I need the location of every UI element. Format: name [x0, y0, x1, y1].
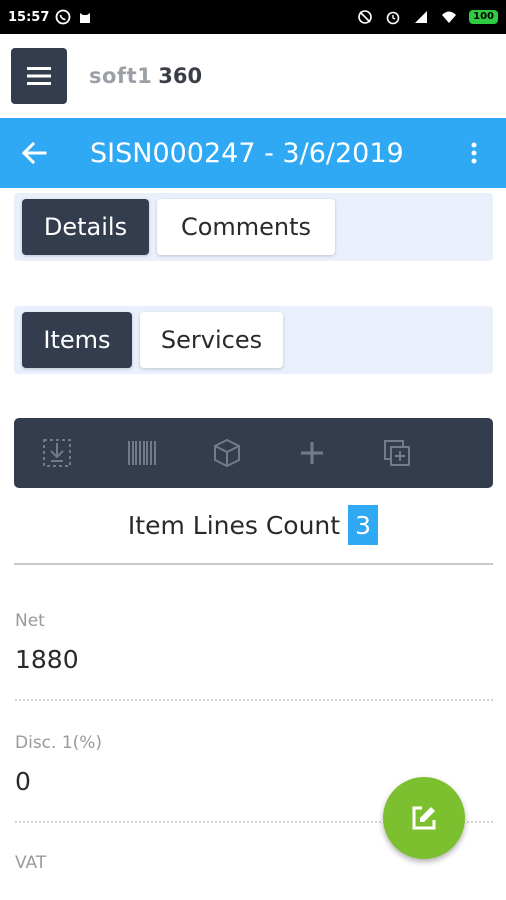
field-net: Net 1880 — [15, 611, 493, 674]
duplicate-button[interactable] — [354, 418, 439, 488]
edit-icon — [412, 806, 436, 830]
dnd-icon — [357, 9, 373, 25]
barcode-icon — [127, 441, 156, 465]
tab-details[interactable]: Details — [22, 199, 149, 255]
field-value: 1880 — [15, 645, 79, 674]
import-icon — [42, 439, 71, 467]
divider — [14, 563, 493, 565]
logo-suffix: 360 — [158, 64, 203, 88]
app-header: soft1 360 — [0, 34, 506, 118]
package-icon — [213, 438, 240, 468]
field-label: Disc. 1(%) — [15, 733, 103, 753]
field-label: Net — [15, 611, 45, 631]
duplicate-icon — [383, 440, 410, 466]
more-vertical-icon — [471, 142, 477, 164]
cat-icon — [77, 9, 93, 25]
app-logo: soft1 360 — [89, 64, 202, 88]
more-options-button[interactable] — [454, 118, 494, 188]
add-icon — [300, 442, 323, 464]
screen: 15:57 100 soft1 360 SISN000247 - 3/6/201… — [0, 0, 506, 900]
sub-tabs: Items Services — [14, 306, 493, 374]
status-right: 100 — [357, 9, 498, 25]
hamburger-icon — [27, 67, 51, 85]
import-button[interactable] — [14, 418, 99, 488]
page-title: SISN000247 - 3/6/2019 — [90, 137, 404, 169]
logo-prefix: soft1 — [89, 64, 153, 88]
barcode-button[interactable] — [99, 418, 184, 488]
tab-items[interactable]: Items — [22, 312, 132, 368]
field-divider — [15, 699, 493, 701]
signal-icon — [413, 9, 429, 25]
tab-comments[interactable]: Comments — [157, 199, 335, 255]
back-button[interactable] — [4, 118, 64, 188]
add-item-button[interactable] — [269, 418, 354, 488]
items-toolbar — [14, 418, 493, 488]
viber-icon — [55, 9, 71, 25]
edit-fab-button[interactable] — [383, 777, 465, 859]
battery-indicator: 100 — [469, 10, 498, 24]
package-button[interactable] — [184, 418, 269, 488]
menu-button[interactable] — [11, 48, 67, 104]
item-lines-count: Item Lines Count 3 — [0, 505, 506, 545]
main-tabs: Details Comments — [14, 193, 493, 261]
tab-services[interactable]: Services — [140, 312, 283, 368]
status-time: 15:57 — [8, 9, 50, 25]
status-bar: 15:57 100 — [0, 0, 506, 34]
wifi-icon — [441, 9, 457, 25]
item-lines-label: Item Lines Count — [127, 510, 341, 540]
title-bar: SISN000247 - 3/6/2019 — [0, 118, 506, 188]
alarm-icon — [385, 9, 401, 25]
item-lines-badge: 3 — [348, 505, 379, 545]
arrow-left-icon — [21, 141, 47, 165]
